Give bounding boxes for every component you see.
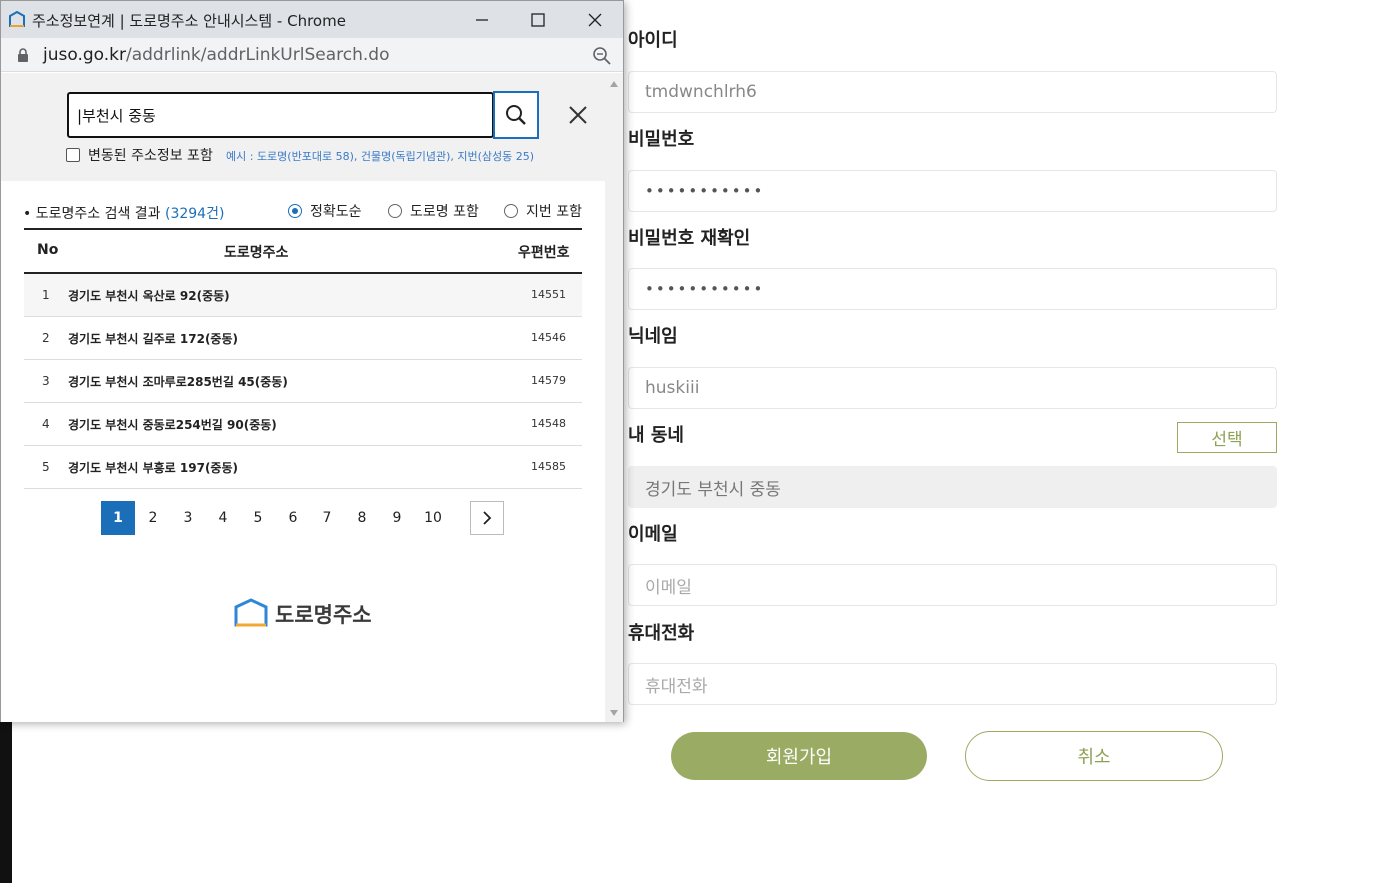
header-address: 도로명주소 xyxy=(224,245,289,261)
minimize-button[interactable] xyxy=(454,1,510,38)
url-path: /addrlink/addrLinkUrlSearch.do xyxy=(126,45,390,65)
row-no: 5 xyxy=(42,460,50,474)
email-label: 이메일 xyxy=(628,524,678,545)
chevron-right-icon xyxy=(483,511,492,525)
maximize-button[interactable] xyxy=(510,1,566,38)
nickname-field[interactable]: huskiii xyxy=(628,367,1277,409)
header-zip: 우편번호 xyxy=(518,245,570,261)
table-row[interactable]: 1 경기도 부천시 옥산로 92(중동) 14551 xyxy=(24,274,582,317)
close-window-button[interactable] xyxy=(567,1,623,38)
row-zip: 14551 xyxy=(531,288,566,301)
address-bar[interactable]: juso.go.kr/addrlink/addrLinkUrlSearch.do xyxy=(1,38,623,72)
town-field: 경기도 부천시 중동 xyxy=(628,466,1277,508)
phone-field[interactable]: 휴대전화 xyxy=(628,663,1277,705)
maximize-icon xyxy=(531,12,545,27)
email-field[interactable]: 이메일 xyxy=(628,564,1277,606)
close-search-icon[interactable] xyxy=(565,102,591,128)
juso-logo-icon xyxy=(9,11,25,27)
minimize-icon xyxy=(476,18,488,21)
page-3[interactable]: 3 xyxy=(171,501,205,535)
password-confirm-field[interactable]: ••••••••••• xyxy=(628,268,1277,310)
close-icon xyxy=(588,13,602,26)
page-8[interactable]: 8 xyxy=(345,501,379,535)
scroll-up-icon[interactable] xyxy=(610,81,618,87)
id-label: 아이디 xyxy=(628,30,678,51)
row-address-link[interactable]: 경기도 부천시 조마루로285번길 45(중동) xyxy=(68,373,288,390)
table-row[interactable]: 2 경기도 부천시 길주로 172(중동) 14546 xyxy=(24,317,582,360)
sort-jibun-radio[interactable] xyxy=(504,204,518,218)
row-no: 1 xyxy=(42,288,50,302)
page-6[interactable]: 6 xyxy=(276,501,310,535)
next-page-button[interactable] xyxy=(470,501,504,535)
lock-icon xyxy=(18,48,28,62)
page-10[interactable]: 10 xyxy=(416,501,450,535)
sort-accuracy-label: 정확도순 xyxy=(310,204,362,220)
page-1[interactable]: 1 xyxy=(101,501,135,535)
row-address-link[interactable]: 경기도 부천시 중동로254번길 90(중동) xyxy=(68,416,277,433)
screen: 아이디 tmdwnchlrh6 비밀번호 ••••••••••• 비밀번호 재확… xyxy=(0,0,1374,883)
title-bar: 주소정보연계 | 도로명주소 안내시스템 - Chrome xyxy=(1,1,623,38)
table-row[interactable]: 4 경기도 부천시 중동로254번길 90(중동) 14548 xyxy=(24,403,582,446)
sort-road-radio[interactable] xyxy=(388,204,402,218)
result-title: 도로명주소 검색 결과 xyxy=(35,206,161,222)
table-header: No 도로명주소 우편번호 xyxy=(24,228,582,274)
search-example-text: 예시 : 도로명(반포대로 58), 건물명(독립기념관), 지번(삼성동 25… xyxy=(226,150,535,163)
search-zone: |부천시 중동 변동된 주소정보 포함 예시 : 도로명(반포대로 58), 건… xyxy=(1,73,605,181)
row-zip: 14579 xyxy=(531,374,566,387)
row-zip: 14546 xyxy=(531,331,566,344)
popup-content: |부천시 중동 변동된 주소정보 포함 예시 : 도로명(반포대로 58), 건… xyxy=(1,73,605,722)
id-field[interactable]: tmdwnchlrh6 xyxy=(628,71,1277,113)
row-no: 3 xyxy=(42,374,50,388)
row-zip: 14548 xyxy=(531,417,566,430)
table-row[interactable]: 5 경기도 부천시 부흥로 197(중동) 14585 xyxy=(24,446,582,489)
town-label: 내 동네 xyxy=(628,425,684,446)
password-confirm-label: 비밀번호 재확인 xyxy=(628,228,751,249)
nickname-label: 닉네임 xyxy=(628,326,678,347)
result-count: (3294건) xyxy=(165,206,225,222)
join-button[interactable]: 회원가입 xyxy=(671,732,927,780)
table-row[interactable]: 3 경기도 부천시 조마루로285번길 45(중동) 14579 xyxy=(24,360,582,403)
logo-text: 도로명주소 xyxy=(275,603,372,627)
juso-house-icon xyxy=(234,598,268,627)
search-button[interactable] xyxy=(493,91,539,139)
page-7[interactable]: 7 xyxy=(310,501,344,535)
page-9[interactable]: 9 xyxy=(380,501,414,535)
row-address-link[interactable]: 경기도 부천시 옥산로 92(중동) xyxy=(68,287,230,304)
address-search-input[interactable]: |부천시 중동 xyxy=(67,92,494,138)
row-zip: 14585 xyxy=(531,460,566,473)
sort-road-label: 도로명 포함 xyxy=(410,204,479,220)
row-no: 4 xyxy=(42,417,50,431)
page-5[interactable]: 5 xyxy=(241,501,275,535)
page-4[interactable]: 4 xyxy=(206,501,240,535)
include-changed-label: 변동된 주소정보 포함 xyxy=(88,148,213,164)
row-no: 2 xyxy=(42,331,50,345)
address-search-popup: 주소정보연계 | 도로명주소 안내시스템 - Chrome juso.go.kr… xyxy=(0,0,624,722)
header-no: No xyxy=(37,242,59,258)
window-title: 주소정보연계 | 도로명주소 안내시스템 - Chrome xyxy=(32,12,346,30)
phone-label: 휴대전화 xyxy=(628,623,695,644)
zoom-icon[interactable] xyxy=(592,46,612,66)
row-address-link[interactable]: 경기도 부천시 부흥로 197(중동) xyxy=(68,459,238,476)
url-host: juso.go.kr xyxy=(43,45,126,65)
url-text: juso.go.kr/addrlink/addrLinkUrlSearch.do xyxy=(43,45,389,65)
popup-scrollbar[interactable] xyxy=(605,73,623,722)
town-select-button[interactable]: 선택 xyxy=(1177,422,1277,453)
password-field[interactable]: ••••••••••• xyxy=(628,170,1277,212)
result-heading: • 도로명주소 검색 결과 (3294건) xyxy=(23,206,225,222)
sort-accuracy-radio[interactable] xyxy=(288,204,302,218)
background-window-edge xyxy=(0,722,12,883)
password-label: 비밀번호 xyxy=(628,129,695,150)
cancel-button[interactable]: 취소 xyxy=(965,731,1223,781)
row-address-link[interactable]: 경기도 부천시 길주로 172(중동) xyxy=(68,330,238,347)
scroll-down-icon[interactable] xyxy=(610,710,618,716)
sort-jibun-label: 지번 포함 xyxy=(526,204,582,220)
page-2[interactable]: 2 xyxy=(136,501,170,535)
include-changed-checkbox[interactable] xyxy=(66,148,80,162)
search-icon xyxy=(506,105,526,125)
